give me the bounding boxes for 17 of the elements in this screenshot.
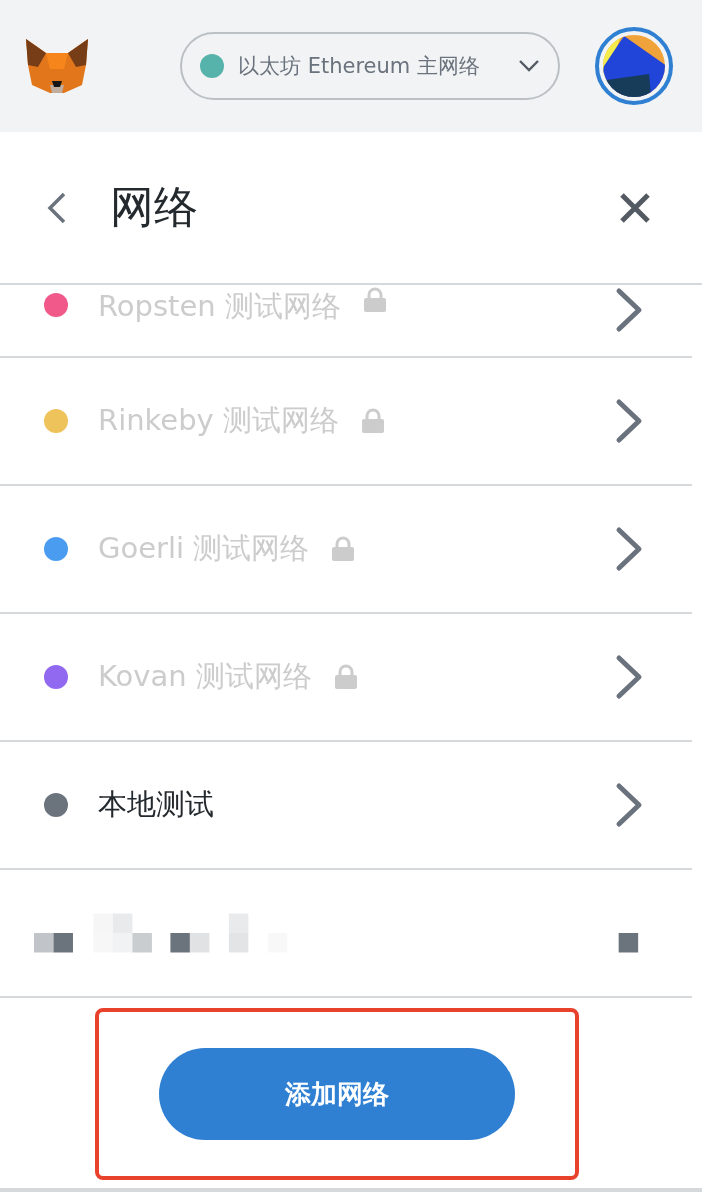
lock-icon [362, 287, 387, 313]
chevron-right-icon [614, 526, 644, 572]
chevron-right-icon [614, 782, 644, 828]
account-avatar[interactable] [594, 26, 674, 106]
lock-icon [333, 664, 358, 690]
network-item[interactable]: 本地测试 [0, 742, 692, 870]
chevron-right-icon [614, 398, 644, 444]
lock-icon [331, 536, 356, 562]
chevron-right-icon [614, 287, 644, 333]
page-title: 网络 [110, 180, 198, 234]
lock-icon [361, 408, 385, 434]
network-name: 本地测试 [98, 786, 214, 823]
add-network-button[interactable]: 添加网络 [159, 1048, 515, 1140]
network-name: 以太坊 Ethereum 主网络 [238, 53, 481, 80]
chevron-right-icon [614, 654, 644, 700]
chevron-down-icon [518, 59, 540, 73]
network-selector[interactable]: 以太坊 Ethereum 主网络 [180, 32, 560, 100]
